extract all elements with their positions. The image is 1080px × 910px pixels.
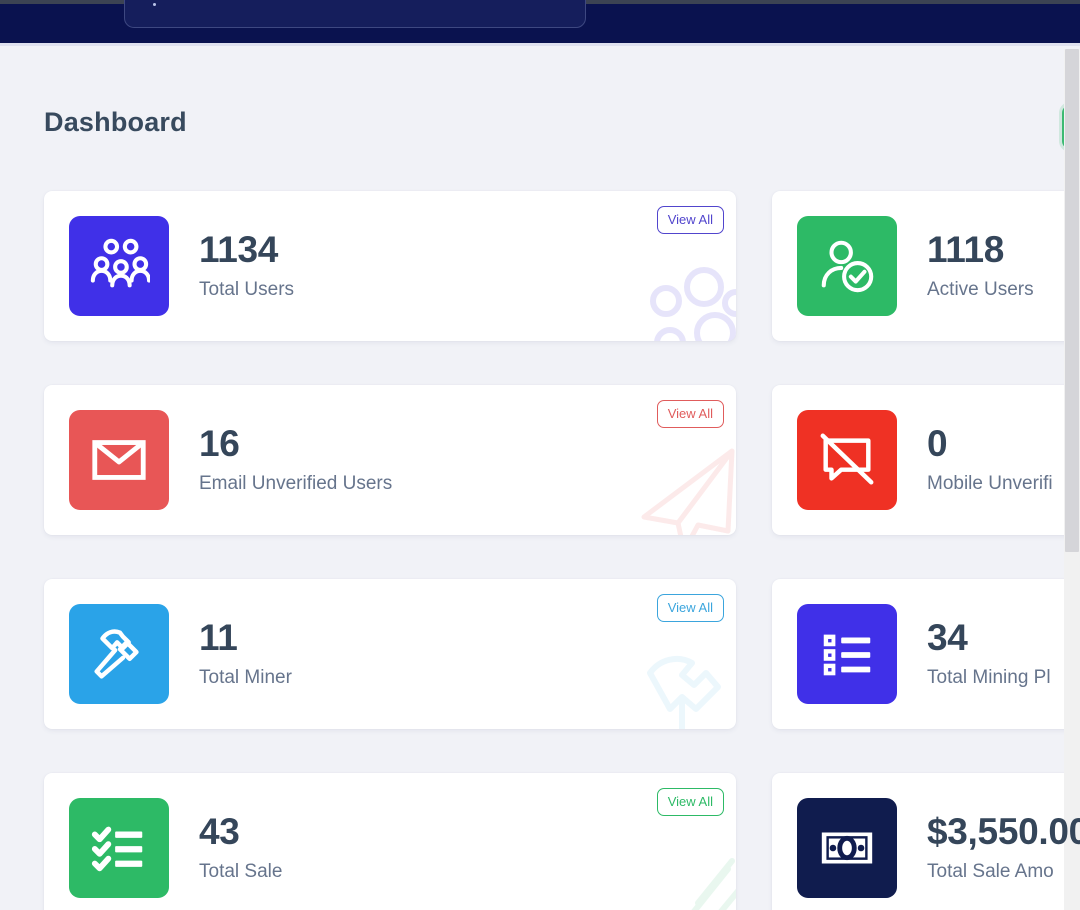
paper-plane-watermark bbox=[620, 445, 736, 535]
stat-card-grid: 1134 Total Users View All 1118 Active Users… bbox=[44, 191, 1080, 910]
envelope-icon bbox=[69, 410, 169, 510]
vertical-scrollbar-track[interactable] bbox=[1064, 49, 1080, 910]
checklist-icon bbox=[69, 798, 169, 898]
stat-card-total-miner[interactable]: 11 Total Miner View All bbox=[44, 579, 736, 729]
stat-card-mobile-unverified-users[interactable]: 0 Mobile Unverifi bbox=[772, 385, 1080, 535]
vertical-scrollbar-thumb[interactable] bbox=[1065, 49, 1079, 552]
stat-card-text: $3,550.00 Total Sale Amo bbox=[927, 810, 1080, 884]
stat-card-label: Total Miner bbox=[199, 667, 292, 689]
user-check-icon bbox=[797, 216, 897, 316]
stat-card-value: 11 bbox=[199, 616, 238, 658]
stat-card-label: Email Unverified Users bbox=[199, 473, 393, 495]
stat-card-value: 0 bbox=[927, 422, 948, 464]
top-navbar bbox=[0, 0, 1080, 46]
stat-card-text: 0 Mobile Unverifi bbox=[927, 422, 1053, 496]
comment-slash-icon bbox=[797, 410, 897, 510]
stat-card-label: Total Sale Amo bbox=[927, 861, 1054, 883]
users-group-icon bbox=[69, 216, 169, 316]
stat-card-email-unverified-users[interactable]: 16 Email Unverified Users View All bbox=[44, 385, 736, 535]
stat-card-label: Active Users bbox=[927, 279, 1034, 301]
hammer-icon bbox=[69, 604, 169, 704]
stat-card-value: 1134 bbox=[199, 228, 279, 270]
stat-card-value: 34 bbox=[927, 616, 968, 658]
view-all-button[interactable]: View All bbox=[656, 594, 724, 622]
view-all-button[interactable]: View All bbox=[656, 788, 724, 816]
page-header: Dashboard bbox=[44, 107, 1080, 138]
search-caret-dot bbox=[153, 3, 156, 6]
stat-card-label: Mobile Unverifi bbox=[927, 473, 1053, 495]
view-all-button[interactable]: View All bbox=[656, 206, 724, 234]
view-all-button[interactable]: View All bbox=[656, 400, 724, 428]
lines-watermark bbox=[620, 833, 736, 910]
stat-card-total-sale[interactable]: 43 Total Sale View All bbox=[44, 773, 736, 910]
money-bill-icon bbox=[797, 798, 897, 898]
stat-card-value: $3,550.00 bbox=[927, 810, 1080, 852]
page-title: Dashboard bbox=[44, 107, 187, 137]
stat-card-total-mining-plan[interactable]: 34 Total Mining Pl bbox=[772, 579, 1080, 729]
page-content: Dashboard 1134 Total Users View All 1118 Ac… bbox=[0, 49, 1080, 910]
stat-card-text: 34 Total Mining Pl bbox=[927, 616, 1051, 690]
stat-card-label: Total Users bbox=[199, 279, 295, 301]
stat-card-value: 43 bbox=[199, 810, 240, 852]
stat-card-active-users[interactable]: 1118 Active Users bbox=[772, 191, 1080, 341]
stat-card-text: 1118 Active Users bbox=[927, 228, 1034, 302]
stat-card-total-sale-amount[interactable]: $3,550.00 Total Sale Amo bbox=[772, 773, 1080, 910]
stat-card-text: 1134 Total Users bbox=[199, 228, 295, 302]
stat-card-label: Total Sale bbox=[199, 861, 283, 883]
dashboard-page: Dashboard 1134 Total Users View All 1118 Ac… bbox=[0, 0, 1080, 910]
list-check-icon bbox=[797, 604, 897, 704]
stat-card-total-users[interactable]: 1134 Total Users View All bbox=[44, 191, 736, 341]
stat-card-value: 1118 bbox=[927, 228, 1005, 270]
stat-card-label: Total Mining Pl bbox=[927, 667, 1051, 689]
stat-card-text: 11 Total Miner bbox=[199, 616, 292, 690]
circles-watermark bbox=[620, 251, 736, 341]
navbar-search-box[interactable] bbox=[124, 0, 586, 28]
stat-card-text: 16 Email Unverified Users bbox=[199, 422, 393, 496]
stat-card-value: 16 bbox=[199, 422, 240, 464]
stat-card-text: 43 Total Sale bbox=[199, 810, 283, 884]
hammer-watermark bbox=[620, 639, 736, 729]
